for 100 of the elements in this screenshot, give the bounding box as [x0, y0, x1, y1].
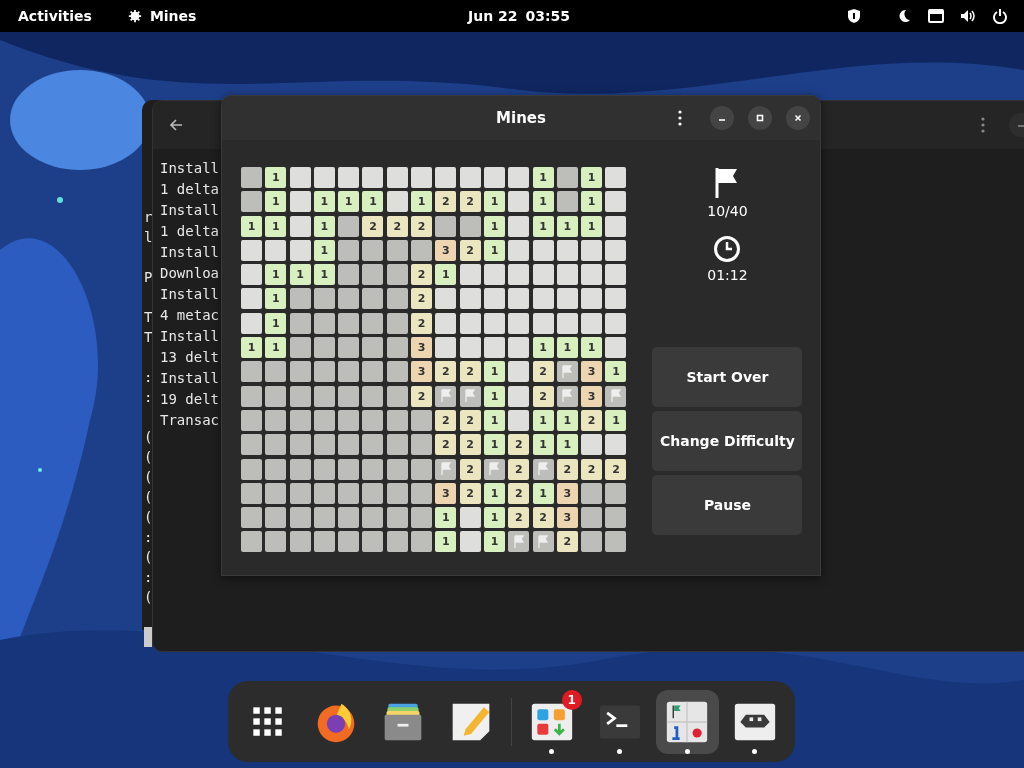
mine-cell[interactable]: [241, 167, 262, 188]
mine-cell[interactable]: [265, 409, 287, 431]
mine-cell[interactable]: [386, 434, 408, 456]
mine-cell[interactable]: 2: [532, 361, 554, 383]
mine-cell[interactable]: [241, 288, 262, 310]
mine-cell[interactable]: [313, 337, 335, 359]
mine-cell[interactable]: [338, 239, 360, 261]
minimize-button[interactable]: [710, 106, 734, 130]
mine-cell[interactable]: [289, 312, 311, 334]
screen-icon[interactable]: [928, 8, 944, 24]
mine-cell[interactable]: [435, 215, 457, 237]
mine-cell[interactable]: [241, 361, 262, 383]
mine-cell[interactable]: 1: [556, 337, 578, 359]
mine-cell[interactable]: [605, 167, 627, 188]
mine-cell[interactable]: 2: [581, 409, 603, 431]
mine-cell[interactable]: [265, 434, 287, 456]
mine-cell[interactable]: [265, 385, 287, 407]
mine-cell[interactable]: 2: [435, 191, 457, 213]
mine-cell[interactable]: [411, 531, 433, 553]
mine-cell[interactable]: [411, 507, 433, 529]
maximize-button[interactable]: [748, 106, 772, 130]
mine-cell[interactable]: [313, 288, 335, 310]
mine-cell[interactable]: 2: [362, 215, 384, 237]
mine-cell[interactable]: [362, 167, 384, 188]
mine-cell[interactable]: 1: [483, 434, 505, 456]
mine-cell[interactable]: [313, 482, 335, 504]
mine-cell[interactable]: [605, 264, 627, 286]
mine-cell[interactable]: 2: [459, 191, 481, 213]
mine-cell[interactable]: 1: [581, 337, 603, 359]
mine-cell[interactable]: 1: [483, 385, 505, 407]
dock-item[interactable]: [655, 689, 720, 754]
mine-cell[interactable]: 1: [556, 434, 578, 456]
mine-cell[interactable]: [338, 361, 360, 383]
mine-cell[interactable]: 1: [532, 482, 554, 504]
mine-cell[interactable]: [386, 482, 408, 504]
mine-cell[interactable]: [605, 191, 627, 213]
mine-cell[interactable]: [338, 434, 360, 456]
mine-cell[interactable]: [362, 458, 384, 480]
mine-cell[interactable]: [508, 215, 530, 237]
mine-cell[interactable]: 2: [508, 458, 530, 480]
power-icon[interactable]: [992, 8, 1008, 24]
mine-cell[interactable]: [508, 167, 530, 188]
mine-cell[interactable]: [289, 361, 311, 383]
mine-cell[interactable]: [556, 312, 578, 334]
mine-cell[interactable]: [313, 507, 335, 529]
mine-cell[interactable]: 1: [265, 312, 287, 334]
shield-icon[interactable]: [846, 8, 862, 24]
mine-cell[interactable]: [581, 312, 603, 334]
mine-cell[interactable]: 1: [435, 531, 457, 553]
mine-cell[interactable]: [435, 288, 457, 310]
mine-cell[interactable]: 2: [532, 385, 554, 407]
mine-cell[interactable]: [338, 167, 360, 188]
mine-cell[interactable]: 1: [556, 409, 578, 431]
mine-cell[interactable]: 2: [556, 458, 578, 480]
mine-cell[interactable]: [386, 239, 408, 261]
mine-cell[interactable]: [459, 264, 481, 286]
mine-cell[interactable]: 1: [289, 264, 311, 286]
mine-cell[interactable]: [532, 264, 554, 286]
mine-cell[interactable]: [289, 337, 311, 359]
mine-cell[interactable]: [532, 458, 554, 480]
mine-cell[interactable]: 1: [483, 191, 505, 213]
mine-cell[interactable]: 1: [241, 215, 262, 237]
mine-cell[interactable]: 1: [483, 531, 505, 553]
mine-cell[interactable]: [386, 385, 408, 407]
mine-cell[interactable]: [241, 312, 262, 334]
mine-cell[interactable]: [581, 507, 603, 529]
game-button[interactable]: Start Over: [652, 347, 803, 407]
mine-cell[interactable]: [265, 239, 287, 261]
mine-cell[interactable]: 1: [435, 507, 457, 529]
mine-cell[interactable]: [362, 507, 384, 529]
mine-cell[interactable]: 1: [483, 239, 505, 261]
mine-cell[interactable]: [386, 288, 408, 310]
mine-cell[interactable]: [605, 312, 627, 334]
mine-cell[interactable]: [289, 288, 311, 310]
mine-cell[interactable]: [435, 458, 457, 480]
mine-cell[interactable]: [605, 385, 627, 407]
mine-cell[interactable]: [581, 239, 603, 261]
mine-cell[interactable]: 1: [265, 167, 287, 188]
mine-cell[interactable]: [362, 482, 384, 504]
mine-cell[interactable]: [532, 239, 554, 261]
mine-cell[interactable]: [411, 482, 433, 504]
game-button[interactable]: Change Difficulty: [652, 411, 803, 471]
mine-cell[interactable]: [289, 507, 311, 529]
mine-cell[interactable]: 1: [483, 215, 505, 237]
mine-cell[interactable]: [386, 312, 408, 334]
mine-cell[interactable]: 2: [411, 288, 433, 310]
mine-cell[interactable]: 2: [508, 482, 530, 504]
mine-cell[interactable]: 2: [435, 361, 457, 383]
mine-cell[interactable]: 2: [411, 385, 433, 407]
mine-cell[interactable]: 1: [483, 409, 505, 431]
mine-cell[interactable]: [313, 409, 335, 431]
mine-cell[interactable]: [241, 531, 262, 553]
mine-cell[interactable]: [289, 458, 311, 480]
mine-cell[interactable]: 1: [556, 215, 578, 237]
mine-cell[interactable]: [289, 531, 311, 553]
mine-cell[interactable]: [556, 191, 578, 213]
mine-cell[interactable]: 3: [411, 361, 433, 383]
clock[interactable]: Jun 22 03:55: [468, 8, 571, 24]
mine-cell[interactable]: [362, 434, 384, 456]
mine-cell[interactable]: [289, 191, 311, 213]
